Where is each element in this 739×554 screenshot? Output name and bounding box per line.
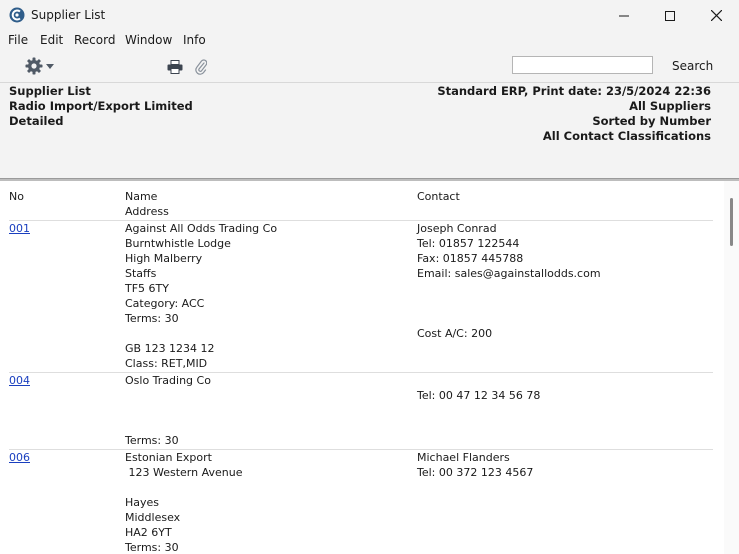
contact-detail-line: Email: sales@againstallodds.com <box>417 267 601 280</box>
operations-menu-button[interactable] <box>25 57 55 77</box>
supplier-number-link[interactable]: 006 <box>9 450 30 465</box>
supplier-number-link[interactable]: 004 <box>9 373 30 388</box>
supplier-detail-line: Terms: 30 <box>125 312 179 325</box>
supplier-detail-line: Class: RET,MID <box>125 357 208 370</box>
contact-classification: All Contact Classifications <box>542 129 711 143</box>
supplier-detail-line: TF5 6TY <box>125 282 169 295</box>
row-divider <box>9 220 713 221</box>
report-header-right: Standard ERP, Print date: 23/5/2024 22:3… <box>437 84 711 144</box>
report-header: Supplier List Radio Import/Export Limite… <box>0 83 739 178</box>
supplier-detail-line: Hayes <box>125 496 160 509</box>
report-header-left: Supplier List Radio Import/Export Limite… <box>9 84 193 129</box>
supplier-detail-line: 123 Western Avenue <box>125 466 243 479</box>
maximize-icon <box>665 10 675 21</box>
supplier-detail-line: Category: ACC <box>125 297 205 310</box>
maximize-button[interactable] <box>647 0 693 31</box>
contact-detail-line: Joseph Conrad <box>417 222 497 235</box>
close-icon <box>710 10 722 21</box>
supplier-detail-line: Middlesex <box>125 511 181 524</box>
supplier-detail-line: Terms: 30 <box>125 541 179 554</box>
title-bar: Supplier List <box>0 0 739 31</box>
supplier-detail-line: High Malberry <box>125 252 203 265</box>
column-header-contact: Contact <box>417 190 460 203</box>
menu-edit[interactable]: Edit <box>40 33 63 47</box>
gear-icon <box>25 57 43 75</box>
minimize-button[interactable] <box>601 0 647 31</box>
search-button[interactable]: Search <box>672 59 713 73</box>
menu-file[interactable]: File <box>8 33 28 47</box>
row-divider <box>9 372 713 373</box>
report-title: Supplier List <box>9 84 91 98</box>
supplier-detail-line: GB 123 1234 12 <box>125 342 215 355</box>
supplier-detail-line: HA2 6YT <box>125 526 172 539</box>
supplier-name: Estonian Export <box>125 451 212 464</box>
supplier-number-link[interactable]: 001 <box>9 221 30 236</box>
chevron-down-icon <box>46 64 54 69</box>
minimize-icon <box>619 15 629 16</box>
contact-detail-line: Cost A/C: 200 <box>417 327 493 340</box>
window-title: Supplier List <box>31 8 106 22</box>
menu-window[interactable]: Window <box>125 33 172 47</box>
contact-detail-line: Tel: 00 372 123 4567 <box>417 466 534 479</box>
print-date: Standard ERP, Print date: 23/5/2024 22:3… <box>437 84 711 98</box>
supplier-selection: All Suppliers <box>629 99 711 113</box>
menu-info[interactable]: Info <box>183 33 206 47</box>
toolbar: Search <box>0 51 739 83</box>
app-logo-icon <box>9 7 25 23</box>
report-detail-level: Detailed <box>9 114 64 128</box>
vertical-scrollbar[interactable] <box>724 181 739 554</box>
column-header-address: Address <box>125 205 169 218</box>
supplier-detail-line: Burntwhistle Lodge <box>125 237 231 250</box>
scrollbar-thumb[interactable] <box>730 198 733 246</box>
column-header-name: Name <box>125 190 158 203</box>
contact-detail-line: Fax: 01857 445788 <box>417 252 524 265</box>
menu-bar: File Edit Record Window Info <box>0 31 739 51</box>
contact-detail-line: Michael Flanders <box>417 451 510 464</box>
supplier-detail-line: Terms: 30 <box>125 434 179 447</box>
supplier-detail-line: Staffs <box>125 267 157 280</box>
menu-record[interactable]: Record <box>74 33 115 47</box>
row-divider <box>9 449 713 450</box>
contact-detail-line: Tel: 00 47 12 34 56 78 <box>417 389 541 402</box>
report-body: No Name Address Contact 001 Against All O… <box>0 181 724 554</box>
supplier-name: Oslo Trading Co <box>125 374 211 387</box>
contact-detail-line: Tel: 01857 122544 <box>417 237 520 250</box>
attachment-icon[interactable] <box>195 59 207 75</box>
search-input[interactable] <box>512 56 653 74</box>
sort-order: Sorted by Number <box>592 114 711 128</box>
company-name: Radio Import/Export Limited <box>9 99 193 113</box>
supplier-name: Against All Odds Trading Co <box>125 222 278 235</box>
column-header-no: No <box>9 190 24 203</box>
close-button[interactable] <box>693 0 739 31</box>
print-icon[interactable] <box>167 60 183 74</box>
